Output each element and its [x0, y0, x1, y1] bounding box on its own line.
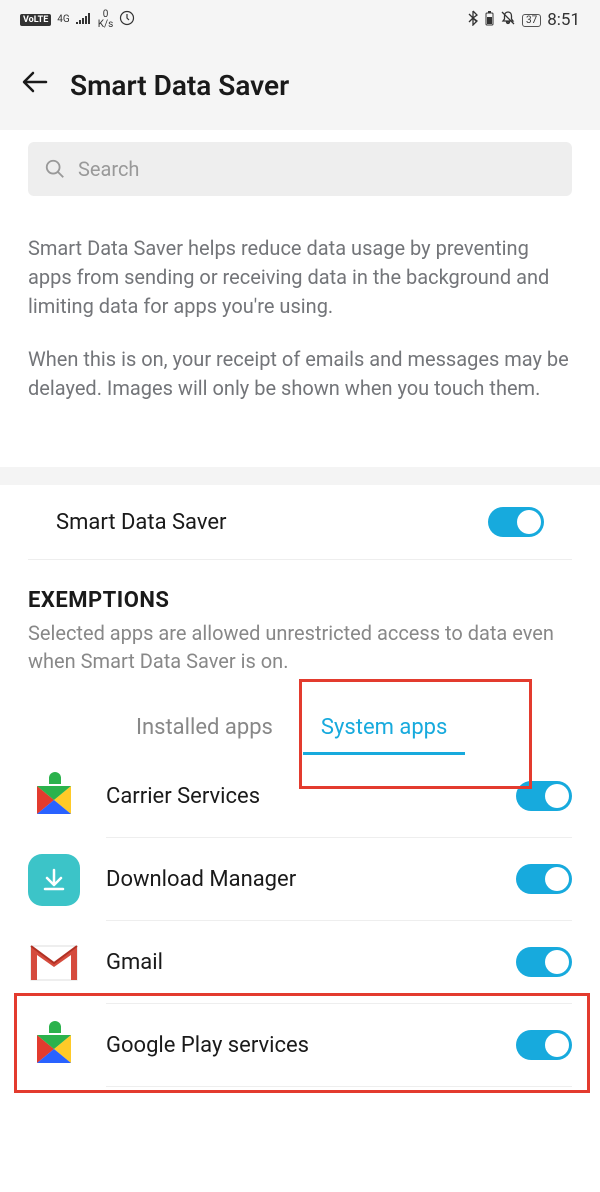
app-list: Carrier Services Download Manager Gmail — [0, 755, 600, 1087]
google-play-services-icon — [28, 1020, 80, 1072]
exemptions-title: EXEMPTIONS — [28, 588, 572, 613]
status-left: VoLTE 4G 0 K/s — [20, 10, 135, 30]
battery-percent: 37 — [522, 14, 541, 27]
tab-system-apps[interactable]: System apps — [303, 701, 465, 755]
app-row-download-manager[interactable]: Download Manager — [28, 838, 572, 921]
exemptions-subtitle: Selected apps are allowed unrestricted a… — [28, 619, 572, 675]
search-input[interactable]: Search — [28, 142, 572, 196]
search-placeholder: Search — [78, 157, 139, 181]
signal-icon — [76, 12, 92, 28]
clock-time: 8:51 — [547, 10, 580, 30]
app-row-gmail[interactable]: Gmail — [28, 921, 572, 1004]
smart-data-saver-toggle-row: Smart Data Saver — [28, 485, 572, 560]
volte-badge: VoLTE — [20, 14, 51, 26]
back-icon[interactable] — [20, 67, 50, 104]
app-row-carrier-services[interactable]: Carrier Services — [28, 755, 572, 838]
status-right: 37 8:51 — [467, 10, 580, 30]
download-manager-icon — [28, 854, 80, 906]
app-row-google-play-services[interactable]: Google Play services — [28, 1004, 572, 1087]
page-title: Smart Data Saver — [70, 69, 289, 102]
tabs: Installed apps System apps — [0, 685, 600, 755]
app-name: Gmail — [106, 950, 516, 975]
section-divider — [0, 467, 600, 485]
gmail-toggle[interactable] — [516, 947, 572, 977]
app-name: Google Play services — [106, 1033, 516, 1058]
smart-data-saver-toggle[interactable] — [488, 507, 544, 537]
download-manager-toggle[interactable] — [516, 864, 572, 894]
status-bar: VoLTE 4G 0 K/s 37 8:51 — [0, 0, 600, 40]
carrier-services-toggle[interactable] — [516, 781, 572, 811]
mute-icon — [500, 10, 516, 30]
app-name: Download Manager — [106, 867, 516, 892]
exemptions-section: EXEMPTIONS Selected apps are allowed unr… — [0, 560, 600, 685]
gmail-icon — [28, 937, 80, 989]
google-play-services-toggle[interactable] — [516, 1030, 572, 1060]
bluetooth-icon — [467, 10, 479, 30]
search-icon — [44, 158, 66, 180]
speed-unit: K/s — [98, 20, 114, 30]
app-header: Smart Data Saver — [0, 40, 600, 130]
clock-icon — [119, 10, 135, 30]
description-text: Smart Data Saver helps reduce data usage… — [0, 216, 600, 467]
network-type: 4G — [57, 15, 69, 25]
battery-small-icon — [485, 11, 494, 30]
app-name: Carrier Services — [106, 784, 516, 809]
tab-installed-apps[interactable]: Installed apps — [118, 701, 291, 752]
carrier-services-icon — [28, 771, 80, 823]
main-toggle-label: Smart Data Saver — [56, 510, 227, 535]
